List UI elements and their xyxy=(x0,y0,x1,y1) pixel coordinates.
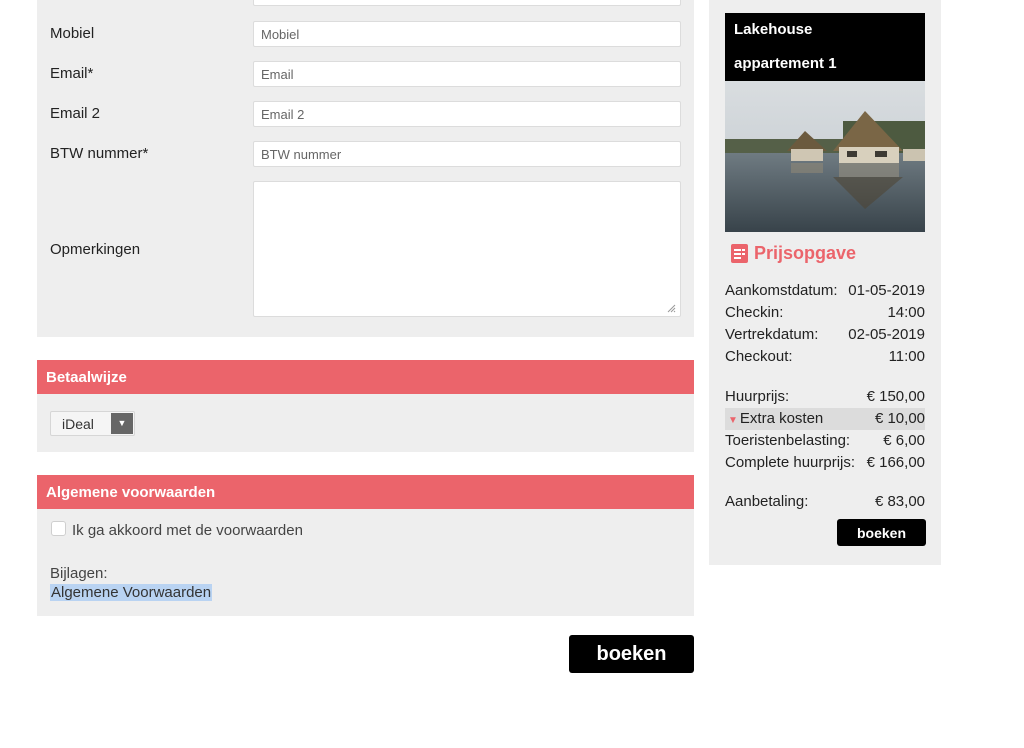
terms-section-header: Algemene voorwaarden xyxy=(37,475,694,509)
phone-field-partial[interactable] xyxy=(253,0,681,6)
form-row-vat: BTW nummer* xyxy=(37,141,694,167)
form-row-email: Email* xyxy=(37,61,694,87)
tourist-tax-value: € 6,00 xyxy=(883,432,925,449)
checkout-value: 11:00 xyxy=(888,348,925,365)
total-price-key: Complete huurprijs: xyxy=(725,454,856,471)
total-price-value: € 166,00 xyxy=(866,454,925,471)
payment-section-body: iDeal ▼ xyxy=(37,394,694,452)
rent-price-key: Huurprijs: xyxy=(725,388,790,405)
email-label: Email* xyxy=(50,65,94,82)
checkin-value: 14:00 xyxy=(887,304,925,321)
rent-price-row: Huurprijs: € 150,00 xyxy=(725,386,925,408)
quote-document-icon xyxy=(731,244,748,263)
terms-section-body: Ik ga akkoord met de voorwaarden Bijlage… xyxy=(37,509,694,616)
property-title: Lakehouse appartement 1 xyxy=(725,13,925,81)
departure-date-row: Vertrekdatum: 02-05-2019 xyxy=(725,324,925,346)
resize-grip-icon[interactable] xyxy=(666,303,676,313)
deposit-value: € 83,00 xyxy=(874,493,925,510)
extra-costs-key[interactable]: ▼ Extra kosten xyxy=(728,410,823,427)
checkin-key: Checkin: xyxy=(725,304,784,321)
vat-number-input[interactable] xyxy=(253,141,681,167)
arrival-date-key: Aankomstdatum: xyxy=(725,282,838,299)
quote-heading-text: Prijsopgave xyxy=(754,243,857,263)
remarks-textarea[interactable] xyxy=(253,181,681,317)
total-price-row: Complete huurprijs: € 166,00 xyxy=(725,452,925,474)
mobile-input[interactable] xyxy=(253,21,681,47)
sidebar-book-button[interactable]: boeken xyxy=(837,519,926,546)
extra-costs-label: Extra kosten xyxy=(739,410,824,427)
email2-label: Email 2 xyxy=(50,105,101,122)
quote-heading: Prijsopgave xyxy=(731,243,856,264)
form-row-email2: Email 2 xyxy=(37,101,694,127)
email2-input[interactable] xyxy=(253,101,681,127)
payment-method-value: iDeal xyxy=(62,416,94,432)
extra-costs-value: € 10,00 xyxy=(874,410,925,427)
extra-costs-row[interactable]: ▼ Extra kosten € 10,00 xyxy=(725,408,925,430)
form-row-mobile: Mobiel xyxy=(37,21,694,47)
rent-price-value: € 150,00 xyxy=(866,388,925,405)
vat-number-label: BTW nummer* xyxy=(50,145,149,162)
checkout-key: Checkout: xyxy=(725,348,793,365)
terms-agree-checkbox[interactable] xyxy=(51,521,66,536)
arrival-date-row: Aankomstdatum: 01-05-2019 xyxy=(725,280,925,302)
deposit-key: Aanbetaling: xyxy=(725,493,809,510)
departure-date-value: 02-05-2019 xyxy=(848,326,925,343)
tourist-tax-key: Toeristenbelasting: xyxy=(725,432,851,449)
property-photo xyxy=(725,81,925,232)
email-input[interactable] xyxy=(253,61,681,87)
deposit-row: Aanbetaling: € 83,00 xyxy=(725,491,925,513)
property-name-line2: appartement 1 xyxy=(734,55,837,72)
dropdown-arrow-icon[interactable]: ▼ xyxy=(111,413,133,434)
tourist-tax-row: Toeristenbelasting: € 6,00 xyxy=(725,430,925,452)
terms-document-link[interactable]: Algemene Voorwaarden xyxy=(50,584,213,601)
attachments-label: Bijlagen: xyxy=(50,565,108,582)
payment-method-select[interactable]: iDeal ▼ xyxy=(50,411,135,436)
terms-agree-label[interactable]: Ik ga akkoord met de voorwaarden xyxy=(72,522,303,539)
payment-section-header: Betaalwijze xyxy=(37,360,694,394)
contact-form-panel: Mobiel Email* Email 2 BTW nummer* Opmerk… xyxy=(37,0,694,337)
quote-sidebar: Lakehouse appartement 1 Prijsopgave Aank… xyxy=(709,0,941,565)
departure-date-key: Vertrekdatum: xyxy=(725,326,819,343)
mobile-label: Mobiel xyxy=(50,25,95,42)
book-button[interactable]: boeken xyxy=(569,635,694,673)
checkin-row: Checkin: 14:00 xyxy=(725,302,925,324)
property-name-line1: Lakehouse xyxy=(734,21,813,38)
expand-triangle-icon[interactable]: ▼ xyxy=(728,415,738,426)
remarks-label: Opmerkingen xyxy=(50,241,141,258)
arrival-date-value: 01-05-2019 xyxy=(848,282,925,299)
form-row-remarks: Opmerkingen xyxy=(37,181,694,317)
checkout-row: Checkout: 11:00 xyxy=(725,346,925,368)
